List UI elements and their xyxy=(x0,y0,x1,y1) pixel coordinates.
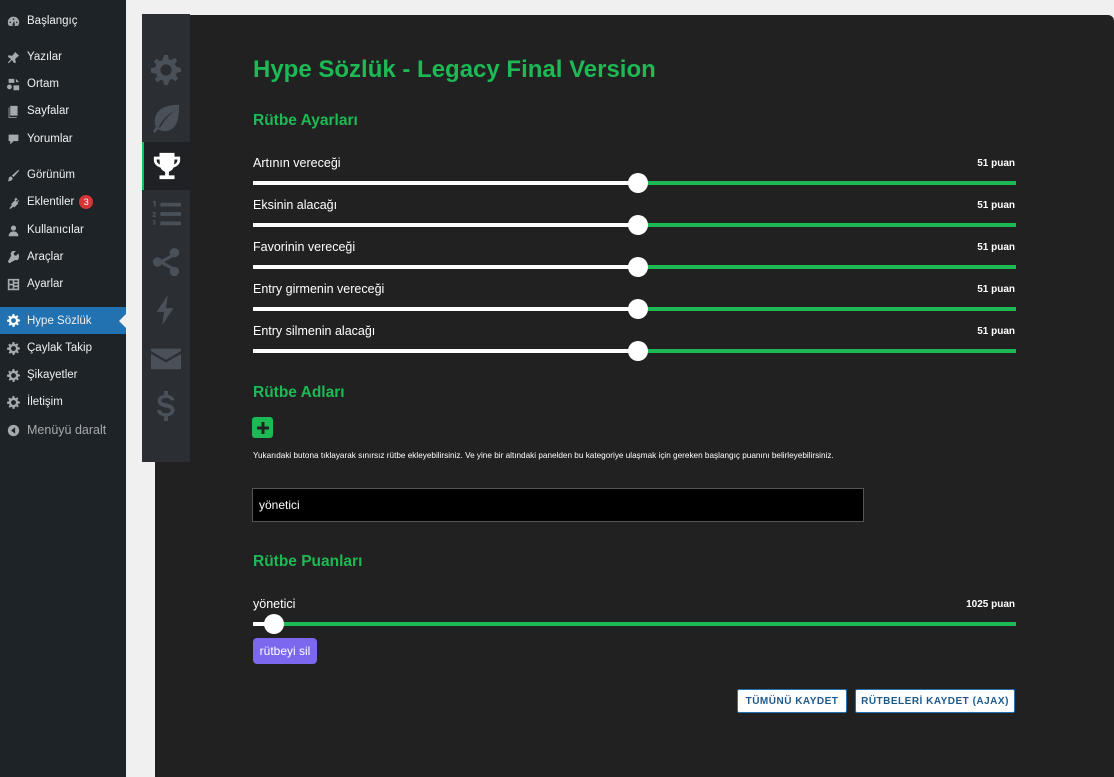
slider-label: Artının vereceği xyxy=(253,156,341,170)
menu-label: Hype Sözlük xyxy=(27,314,92,327)
delete-rank-button[interactable]: rütbeyi sil xyxy=(253,638,317,664)
rank-points-value: 1025 puan xyxy=(966,599,1015,610)
slider-fill xyxy=(253,349,639,353)
current-indicator-arrow xyxy=(119,314,126,328)
gear-icon xyxy=(6,341,20,355)
menu-item-plugins[interactable]: Eklentiler 3 xyxy=(0,190,126,214)
menu-label: Ortam xyxy=(27,78,59,90)
page-title: Hype Sözlük - Legacy Final Version xyxy=(253,56,656,83)
pin-icon xyxy=(6,50,20,64)
page-icon xyxy=(6,104,20,118)
save-ranks-ajax-button[interactable]: RÜTBELERİ KAYDET (AJAX) xyxy=(855,689,1015,713)
menu-label: Başlangıç xyxy=(27,15,78,27)
slider-fill xyxy=(253,265,639,269)
menu-label: İletişim xyxy=(27,396,63,408)
menu-label: Sayfalar xyxy=(27,105,70,117)
slider-value: 51 puan xyxy=(977,284,1015,295)
slider-fill xyxy=(253,223,639,227)
slider-label: Entry silmenin alacağı xyxy=(253,324,376,338)
rank-name-input[interactable] xyxy=(252,488,864,522)
slider-value: 51 puan xyxy=(977,242,1015,253)
menu-item-tools[interactable]: Araçlar xyxy=(0,245,126,269)
menu-item-hype-sozluk[interactable]: Hype Sözlük xyxy=(0,307,126,334)
tab-performance[interactable] xyxy=(142,286,190,334)
points-slider[interactable] xyxy=(253,299,1016,319)
tab-general[interactable] xyxy=(142,46,190,94)
menu-item-appearance[interactable]: Görünüm xyxy=(0,163,126,187)
dollar-icon xyxy=(157,391,175,421)
gear-icon xyxy=(151,55,181,85)
bolt-icon xyxy=(156,295,174,325)
collapse-icon xyxy=(6,423,20,437)
admin-sidebar: Başlangıç Yazılar Ortam Sayfalar Yorumla… xyxy=(0,0,126,777)
tab-ranks[interactable] xyxy=(142,142,190,190)
menu-label: Şikayetler xyxy=(27,369,78,381)
envelope-icon xyxy=(151,348,181,370)
media-icon xyxy=(6,77,20,91)
tab-theme[interactable] xyxy=(142,94,190,142)
dashboard-icon xyxy=(6,14,20,28)
points-slider[interactable] xyxy=(253,341,1016,361)
menu-label: Eklentiler xyxy=(27,196,75,208)
update-count-badge: 3 xyxy=(79,195,94,209)
slider-fill xyxy=(253,181,639,185)
plugin-tab-bar xyxy=(142,14,190,462)
user-icon xyxy=(6,223,20,237)
rank-points-slider[interactable] xyxy=(253,614,1016,634)
tab-lists[interactable] xyxy=(142,190,190,238)
tab-social[interactable] xyxy=(142,238,190,286)
tab-monetization[interactable] xyxy=(142,382,190,430)
tab-mail[interactable] xyxy=(142,334,190,382)
menu-item-media[interactable]: Ortam xyxy=(0,72,126,96)
menu-label: Çaylak Takip xyxy=(27,342,92,354)
menu-item-dashboard[interactable]: Başlangıç xyxy=(0,9,126,33)
slider-value: 51 puan xyxy=(977,326,1015,337)
slider-label: Entry girmenin vereceği xyxy=(253,282,385,296)
menu-item-iletisim[interactable]: İletişim xyxy=(0,390,126,414)
collapse-menu-button[interactable]: Menüyü daralt xyxy=(0,418,126,442)
section-heading-rank-names: Rütbe Adları xyxy=(253,384,345,401)
settings-grid-icon xyxy=(6,277,20,291)
menu-label: Ayarlar xyxy=(27,278,64,290)
points-slider[interactable] xyxy=(253,215,1016,235)
comment-icon xyxy=(6,132,20,146)
points-slider[interactable] xyxy=(253,257,1016,277)
add-rank-button[interactable] xyxy=(252,417,273,438)
plugin-icon xyxy=(6,195,20,209)
menu-item-comments[interactable]: Yorumlar xyxy=(0,127,126,151)
brush-icon xyxy=(6,168,20,182)
help-text: Yukarıdaki butona tıklayarak sınırsız rü… xyxy=(253,451,834,460)
slider-label: Eksinin alacağı xyxy=(253,198,338,212)
section-heading-rank-points: Rütbe Puanları xyxy=(253,553,363,570)
slider-fill xyxy=(253,307,639,311)
menu-item-posts[interactable]: Yazılar xyxy=(0,45,126,69)
menu-label: Görünüm xyxy=(27,169,75,181)
slider-value: 51 puan xyxy=(977,200,1015,211)
menu-label: Kullanıcılar xyxy=(27,224,84,236)
menu-item-sikayetler[interactable]: Şikayetler xyxy=(0,363,126,387)
trophy-icon xyxy=(153,152,181,180)
menu-label: Yazılar xyxy=(27,51,62,63)
save-all-button[interactable]: TÜMÜNÜ KAYDET xyxy=(737,689,847,713)
ordered-list-icon xyxy=(152,200,181,226)
gear-icon xyxy=(6,395,20,409)
slider-value: 51 puan xyxy=(977,158,1015,169)
menu-item-caylak-takip[interactable]: Çaylak Takip xyxy=(0,336,126,360)
share-icon xyxy=(152,247,180,277)
rank-points-label: yönetici xyxy=(253,597,296,611)
menu-item-users[interactable]: Kullanıcılar xyxy=(0,218,126,242)
wrench-icon xyxy=(6,250,20,264)
menu-item-settings[interactable]: Ayarlar xyxy=(0,272,126,296)
plus-icon xyxy=(256,421,269,434)
menu-label: Yorumlar xyxy=(27,133,73,145)
section-heading-rank-settings: Rütbe Ayarları xyxy=(253,112,358,129)
menu-label: Araçlar xyxy=(27,251,64,263)
slider-label: Favorinin vereceği xyxy=(253,240,356,254)
points-slider[interactable] xyxy=(253,173,1016,193)
menu-item-pages[interactable]: Sayfalar xyxy=(0,99,126,123)
leaf-icon xyxy=(152,104,180,133)
gear-icon xyxy=(6,314,20,328)
menu-label: Menüyü daralt xyxy=(27,423,107,437)
gear-icon xyxy=(6,368,20,382)
